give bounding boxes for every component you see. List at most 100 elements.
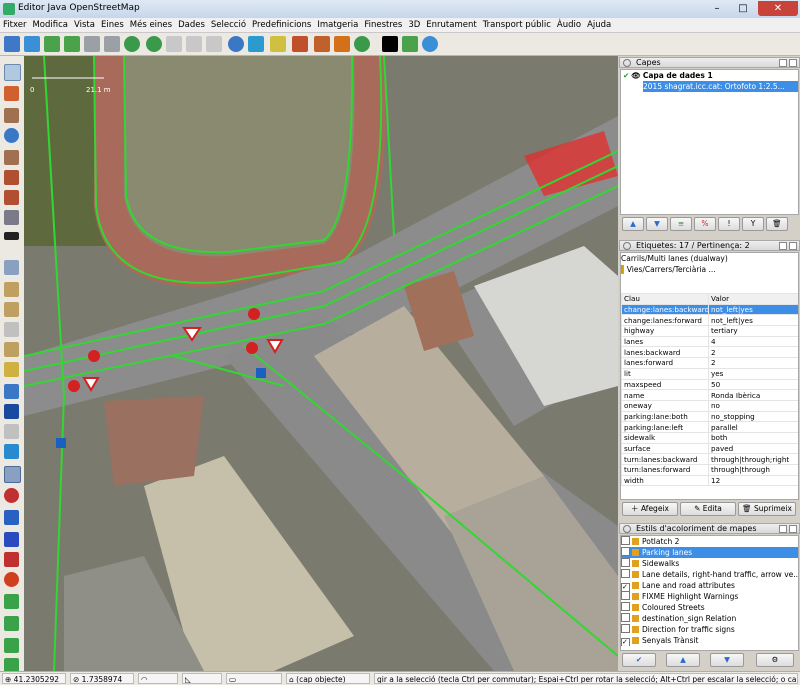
layers-toggle-icon[interactable] [4, 260, 19, 275]
draw-tool-icon[interactable] [4, 108, 19, 123]
zoom-icon[interactable] [422, 36, 438, 52]
select-tool-icon[interactable] [4, 64, 21, 81]
tag-value-cell[interactable]: 12 [708, 474, 798, 487]
style-item[interactable]: Potlatch 2 [621, 536, 798, 547]
tag-key-cell[interactable]: parking:lane:both [621, 410, 709, 423]
tag-value-cell[interactable]: paved [708, 442, 798, 455]
style-checkbox[interactable] [621, 638, 630, 646]
tag-key-cell[interactable]: oneway [621, 399, 709, 412]
tags-toggle-icon[interactable] [4, 282, 19, 297]
move-down-icon[interactable]: ▼ [646, 217, 668, 231]
menu-transport-public[interactable]: Transport públic [480, 18, 554, 32]
menu-enrutament[interactable]: Enrutament [423, 18, 479, 32]
validation-icon[interactable] [4, 404, 19, 419]
mountain-icon[interactable] [292, 36, 308, 52]
download-area-icon[interactable] [124, 36, 140, 52]
import-icon[interactable] [334, 36, 350, 52]
table-row[interactable]: surface paved [621, 442, 798, 455]
tag-key-cell[interactable]: highway [621, 325, 709, 337]
marker-icon[interactable] [4, 488, 19, 503]
upload-changes-icon[interactable] [146, 36, 162, 52]
zoom-tool-icon[interactable] [4, 128, 19, 143]
table-row[interactable]: lanes:backward 2 [621, 346, 798, 359]
table-row[interactable]: parking:lane:left parallel [621, 421, 798, 433]
tag-key-cell[interactable]: maxspeed [621, 378, 709, 391]
panel-detach-icon[interactable] [779, 525, 787, 533]
table-row[interactable]: width 12 [621, 474, 798, 487]
table-row[interactable]: parking:lane:both no_stopping [621, 410, 798, 423]
tags-panel-header[interactable]: Etiquetes: 17 / Pertinença: 2 [619, 240, 800, 251]
style-settings-icon[interactable]: ⚙ [756, 653, 794, 667]
redo-icon[interactable] [104, 36, 120, 52]
tag-value-cell[interactable]: no [708, 399, 798, 412]
menu-modifica[interactable]: Modifica [29, 18, 71, 32]
activate-icon[interactable]: ≡ [670, 217, 692, 231]
column-header-value[interactable]: Valor [708, 293, 798, 305]
style-item[interactable]: Sidewalks [621, 558, 798, 569]
visibility-icon[interactable]: % [694, 217, 716, 231]
routing-icon[interactable] [4, 510, 19, 525]
panel-detach-icon[interactable] [779, 242, 787, 250]
tag-key-cell[interactable]: change:lanes:forward [621, 314, 709, 327]
table-row[interactable]: lanes:forward 2 [621, 357, 798, 369]
tag-value-cell[interactable]: parallel [708, 421, 798, 433]
edit-tag-button[interactable]: ✎ Edita [680, 502, 736, 516]
minimize-button[interactable]: – [704, 1, 730, 16]
lasso-tool-icon[interactable] [4, 86, 19, 101]
building-tool-icon[interactable] [4, 210, 19, 225]
selection-list-icon[interactable] [4, 322, 19, 337]
table-row[interactable]: change:lanes:backward not_left|yes [621, 303, 798, 316]
menu-audio[interactable]: Àudio [554, 18, 584, 32]
panel-close-icon[interactable] [789, 59, 797, 67]
save-icon[interactable] [24, 36, 40, 52]
menu-predefinicions[interactable]: Predefinicions [249, 18, 314, 32]
panel-close-icon[interactable] [789, 525, 797, 533]
tag-value-cell[interactable]: 2 [708, 346, 798, 359]
delete-tag-button[interactable]: 🗑 Suprimeix [738, 502, 796, 516]
panel-collapse-icon[interactable] [623, 525, 631, 533]
transport-icon-1[interactable] [4, 594, 19, 609]
tag-value-cell[interactable]: yes [708, 367, 798, 380]
tag-value-cell[interactable]: through|through [708, 464, 798, 476]
close-button[interactable]: ✕ [758, 1, 798, 16]
style-checkbox[interactable] [621, 591, 630, 600]
table-row[interactable]: change:lanes:forward not_left|yes [621, 314, 798, 327]
style-checkbox[interactable] [621, 613, 630, 622]
menu-fitxer[interactable]: Fitxer [0, 18, 29, 32]
table-row[interactable]: sidewalk both [621, 431, 798, 444]
style-checkbox[interactable] [621, 558, 630, 567]
menu-vista[interactable]: Vista [71, 18, 98, 32]
table-row[interactable]: turn:lanes:forward through|through [621, 464, 798, 476]
transport-icon-3[interactable] [4, 638, 19, 653]
style-item[interactable]: FIXME Highlight Warnings [621, 591, 798, 602]
split-way-icon[interactable] [186, 36, 202, 52]
move-style-up-icon[interactable]: ▲ [666, 653, 700, 667]
tag-value-cell[interactable]: through|through;right [708, 453, 798, 465]
style-item[interactable]: Coloured Streets [621, 602, 798, 613]
tag-value-cell[interactable]: no_stopping [708, 410, 798, 423]
delete-layer-icon[interactable]: 🗑 [766, 217, 788, 231]
panel-close-icon[interactable] [789, 242, 797, 250]
plugin-icon[interactable] [354, 36, 370, 52]
tag-key-cell[interactable]: lanes [621, 335, 709, 348]
tag-key-cell[interactable]: width [621, 474, 709, 487]
layer-item-selected[interactable]: 2015 shagrat.icc.cat: Ortofoto 1:2.5... [643, 81, 798, 92]
tag-value-cell[interactable]: both [708, 431, 798, 444]
download-icon[interactable] [64, 36, 80, 52]
tag-value-cell[interactable]: Ronda Ibèrica [708, 389, 798, 401]
image-icon[interactable] [402, 36, 418, 52]
style-checkbox[interactable] [621, 602, 630, 611]
style-item[interactable]: destination_sign Relation [621, 613, 798, 624]
menu-ajuda[interactable]: Ajuda [584, 18, 614, 32]
activate-style-icon[interactable]: ✔ [622, 653, 656, 667]
add-tag-button[interactable]: ＋ Afegeix [622, 502, 678, 516]
styles-panel-header[interactable]: Estils d'acoloriment de mapes [619, 523, 800, 534]
tag-key-cell[interactable]: name [621, 389, 709, 401]
tag-key-cell[interactable]: turn:lanes:backward [621, 453, 709, 465]
preset-item[interactable]: ▌Vies/Carrers/Terciària ... [621, 264, 798, 275]
improve-way-icon[interactable] [4, 170, 19, 185]
road-sign-icon[interactable] [4, 572, 19, 587]
layers-panel-header[interactable]: Capes [619, 57, 800, 68]
number-icon[interactable] [4, 532, 19, 547]
table-row[interactable]: turn:lanes:backward through|through;right [621, 453, 798, 465]
